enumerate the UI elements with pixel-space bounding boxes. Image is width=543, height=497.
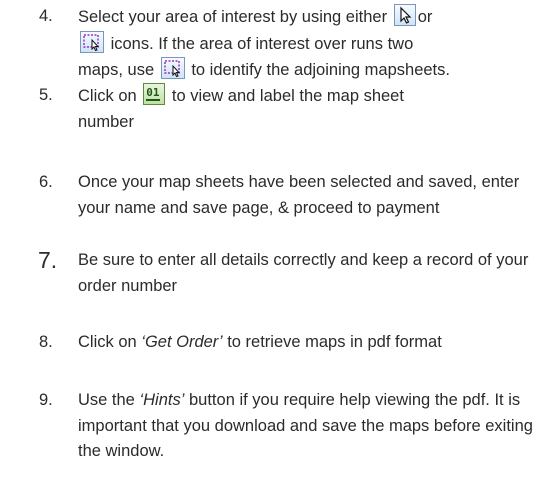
- step-text: Click on ‘Get Order’ to retrieve maps in…: [78, 333, 442, 351]
- step-number: 6.: [39, 173, 53, 191]
- mapsheet-number-icon[interactable]: 01: [143, 83, 166, 105]
- step-number: 8.: [39, 333, 53, 351]
- step-number: 9.: [39, 391, 53, 409]
- step-text: Be sure to enter all details correctly a…: [78, 251, 529, 295]
- step-text: Use the ‘Hints’ button if you require he…: [78, 391, 533, 460]
- pointer-select-icon[interactable]: [393, 4, 416, 26]
- get-order-label: ‘Get Order’: [141, 333, 223, 351]
- step-text: Once your map sheets have been selected …: [78, 173, 520, 217]
- hints-label: ‘Hints’: [139, 391, 185, 409]
- box-select-icon[interactable]: [80, 30, 104, 53]
- step-number: 5.: [39, 86, 53, 104]
- step-text: Click on 01 to view and label the map sh…: [78, 83, 533, 135]
- box-select-icon[interactable]: [160, 57, 185, 79]
- step-number: 4.: [39, 7, 53, 25]
- step-text: Select your area of interest by using ei…: [78, 4, 533, 84]
- step-number: 7.: [38, 247, 58, 273]
